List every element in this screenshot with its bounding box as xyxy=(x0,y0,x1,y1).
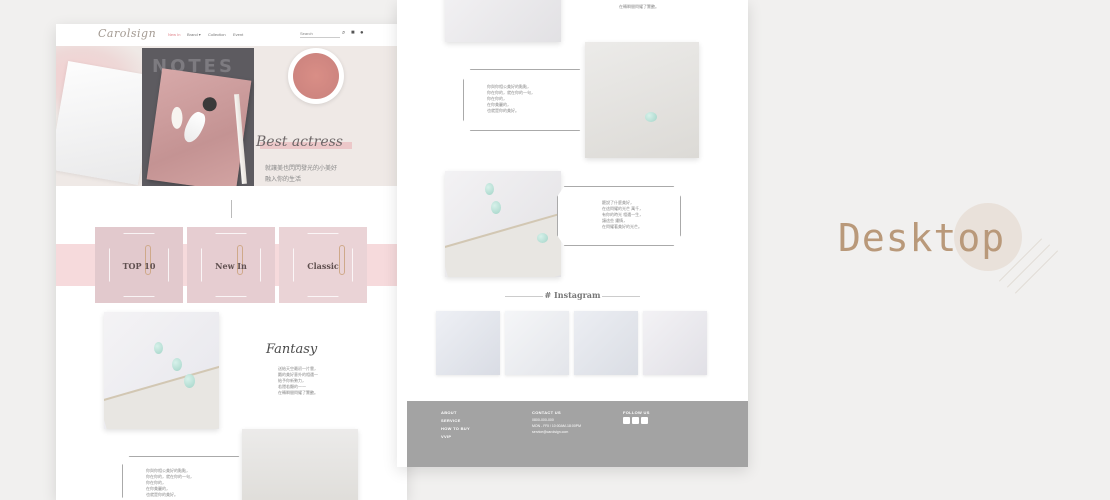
nav-event[interactable]: Event xyxy=(233,32,243,37)
line-icon[interactable] xyxy=(641,417,648,424)
instagram-post[interactable] xyxy=(505,311,569,375)
footer-link-vvip[interactable]: VVIP xyxy=(441,434,451,439)
fantasy-product-image[interactable] xyxy=(104,312,219,429)
homepage-mockup-bottom: 在轉瞬間閃耀了驚艷。 你與你相公美好的點點， 你在你的，就在你的一句， 你在你的… xyxy=(397,0,748,467)
category-label: New In xyxy=(215,261,247,271)
desktop-label: Desktop xyxy=(838,216,1006,260)
tea xyxy=(293,53,339,99)
hero-pink-notebook xyxy=(146,68,252,186)
ring-gem xyxy=(645,112,657,122)
text-line: 在轉瞬間閃耀了驚艷。 xyxy=(278,390,318,395)
gem xyxy=(537,233,548,243)
footer-link-how-to-buy[interactable]: HOW TO BUY xyxy=(441,426,470,431)
instagram-icon[interactable] xyxy=(632,417,639,424)
cart-icon[interactable]: ■ xyxy=(351,30,355,36)
site-logo[interactable]: Carolsign xyxy=(98,27,156,40)
footer-link-about[interactable]: ABOUT xyxy=(441,410,457,415)
pouch-decor xyxy=(445,208,561,277)
hero-script-title: Best actress xyxy=(256,134,343,150)
search-input[interactable]: Search xyxy=(300,31,340,38)
gem xyxy=(154,342,163,354)
gem xyxy=(491,201,501,214)
category-card-top10[interactable]: TOP 10 xyxy=(95,227,183,303)
instagram-post[interactable] xyxy=(574,311,638,375)
top-text: 在轉瞬間閃耀了驚艷。 xyxy=(619,4,659,10)
category-card-classic[interactable]: Classic xyxy=(279,227,367,303)
earring-stone xyxy=(171,106,183,129)
text-line: 在轉瞬間閃耀了驚艷。 xyxy=(619,4,659,9)
instagram-title: # Instagram xyxy=(544,290,601,300)
user-icon[interactable]: ● xyxy=(360,30,364,36)
poem-text: 你與你相公美好的點點， 你在你的，就在你的一句， 你在你的， 在你美麗的， 也就… xyxy=(146,468,194,498)
earring-image[interactable] xyxy=(445,171,561,277)
text-line: 也就是你的美好。 xyxy=(146,492,178,497)
text-line: 也就是你的美好。 xyxy=(487,108,519,113)
hero-tea-cup xyxy=(288,48,344,104)
hero-banner: NOTES Best actress 就讓美也閃閃發光的小美好 融入你的生活 xyxy=(56,46,407,186)
instagram-post[interactable] xyxy=(643,311,707,375)
footer-link-service[interactable]: SERVICE xyxy=(441,418,461,423)
fantasy-script-title: Fantasy xyxy=(266,342,318,357)
footer-contact-phone: 0800-000-000 xyxy=(532,418,554,422)
gem xyxy=(485,183,494,195)
poem-text: 聽說了什麼美好， 在這閃耀的光芒 萬千， 有你的時光 相遇一生， 讓這些 鍾情，… xyxy=(602,200,643,230)
instagram-post[interactable] xyxy=(436,311,500,375)
search-icon[interactable]: ⌕ xyxy=(342,30,345,37)
hero-tagline-1: 就讓美也閃閃發光的小美好 xyxy=(265,166,338,172)
footer-contact-hours: MON - FRI / 10:00AM-18:00PM xyxy=(532,424,582,428)
footer-contact-title: CONTACT US xyxy=(532,410,561,415)
category-card-new-in[interactable]: New In xyxy=(187,227,275,303)
pouch-product-image[interactable] xyxy=(242,429,358,500)
nav-brand[interactable]: Brand ▾ xyxy=(187,32,201,37)
site-navbar: Carolsign New In Brand ▾ Collection Even… xyxy=(56,24,407,46)
notebook-seal xyxy=(201,96,218,113)
category-label: TOP 10 xyxy=(122,261,156,271)
section-divider xyxy=(231,200,232,218)
nav-collection[interactable]: Collection xyxy=(208,32,226,37)
footer-contact-email[interactable]: service@carolsign.com xyxy=(532,430,568,434)
nav-new-in[interactable]: New In xyxy=(168,32,180,37)
hero-tagline-2: 融入你的生活 xyxy=(265,177,302,183)
divider-line xyxy=(602,296,640,297)
earring-stone xyxy=(180,109,209,146)
gem xyxy=(172,358,182,371)
fantasy-text: 送給天空最初一片雲， 飄的美好意外的相遇一 給予你新勢力， 若隱若顯的一一 在轉… xyxy=(278,366,318,396)
facebook-icon[interactable] xyxy=(623,417,630,424)
gem xyxy=(184,374,195,388)
text-line: 在閃耀著美好的光芒。 xyxy=(602,224,642,229)
pouch-decor xyxy=(104,361,219,429)
product-image-top[interactable] xyxy=(445,0,561,42)
homepage-mockup-top: Carolsign New In Brand ▾ Collection Even… xyxy=(56,24,407,500)
pouch-ring-image[interactable] xyxy=(585,42,699,158)
site-footer: ABOUT SERVICE HOW TO BUY VVIP CONTACT US… xyxy=(407,401,748,467)
footer-follow-title: FOLLOW US xyxy=(623,410,650,415)
poem-text: 你與你相公美好的點點， 你在你的，就在你的一句， 你在你的， 在你美麗的， 也就… xyxy=(487,84,535,114)
category-label: Classic xyxy=(307,261,339,271)
